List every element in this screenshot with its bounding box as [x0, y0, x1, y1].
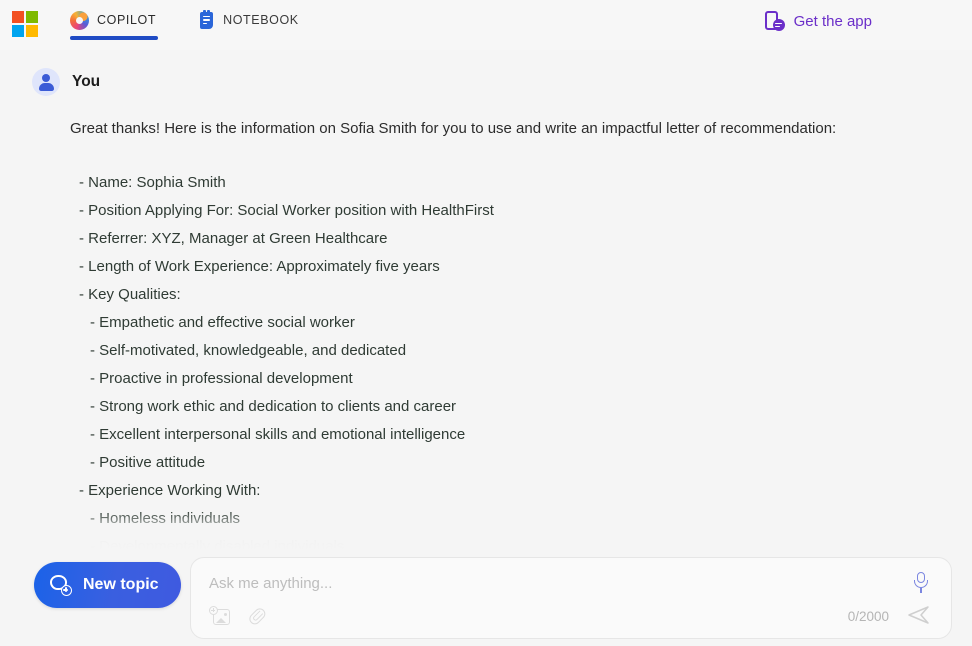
bullet-item: - Name: Sophia Smith	[79, 174, 226, 191]
message-header: You	[0, 50, 972, 96]
paperclip-icon[interactable]	[243, 602, 271, 630]
bullet-item: - Length of Work Experience: Approximate…	[79, 258, 440, 275]
bullet-item: - Homeless individuals	[90, 510, 241, 527]
message-bullet-list: - Name: Sophia Smith - Position Applying …	[70, 169, 972, 550]
bullet-item: - Developmentally disabled individuals	[90, 538, 345, 550]
character-counter: 0/2000	[847, 609, 889, 624]
get-the-app-label: Get the app	[793, 12, 872, 30]
logo-square-yellow	[26, 25, 38, 37]
bullet-item: - Proactive in professional development	[90, 370, 353, 387]
bullet-item: - Referrer: XYZ, Manager at Green Health…	[79, 230, 388, 247]
microsoft-logo	[12, 11, 38, 37]
send-arrow-icon[interactable]	[907, 604, 931, 626]
message-body: Great thanks! Here is the information on…	[0, 118, 972, 550]
new-topic-button[interactable]: New topic	[34, 562, 181, 608]
microphone-icon[interactable]	[913, 572, 929, 594]
bullet-item: - Empathetic and effective social worker	[90, 314, 355, 331]
phone-chat-icon	[764, 10, 785, 32]
bullet-item: - Excellent interpersonal skills and emo…	[90, 426, 466, 443]
bullet-item: - Strong work ethic and dedication to cl…	[90, 398, 457, 415]
bullet-item: - Key Qualities:	[79, 286, 181, 303]
get-the-app-button[interactable]: Get the app	[764, 10, 872, 32]
tab-copilot[interactable]: COPILOT	[70, 0, 156, 40]
user-avatar-icon	[32, 68, 60, 96]
copilot-swirl-icon	[70, 10, 89, 30]
message-author: You	[72, 73, 101, 90]
notebook-icon	[198, 9, 215, 30]
conversation-panel: You Great thanks! Here is the informatio…	[0, 50, 972, 550]
bullet-item: - Experience Working With:	[79, 482, 261, 499]
message-input[interactable]	[209, 575, 889, 592]
bullet-item: - Self-motivated, knowledgeable, and ded…	[90, 342, 407, 359]
bullet-item: - Position Applying For: Social Worker p…	[79, 202, 494, 219]
tab-notebook-label: NOTEBOOK	[223, 13, 299, 27]
message-input-shell: 0/2000	[190, 557, 952, 639]
tab-copilot-label: COPILOT	[97, 13, 157, 27]
logo-square-red	[12, 11, 24, 23]
top-bar: COPILOT NOTEBOOK Get the app	[0, 0, 972, 50]
active-tab-indicator	[70, 36, 158, 40]
composer-bar: New topic 0/2000	[0, 550, 972, 646]
input-tools	[209, 606, 268, 627]
chat-plus-icon	[50, 574, 72, 596]
new-topic-label: New topic	[83, 576, 159, 593]
tab-bar: COPILOT NOTEBOOK	[70, 0, 299, 40]
logo-square-green	[26, 11, 38, 23]
bullet-item: - Positive attitude	[90, 454, 206, 471]
logo-square-blue	[12, 25, 24, 37]
message-intro-text: Great thanks! Here is the information on…	[70, 120, 837, 137]
add-image-icon[interactable]	[209, 606, 231, 626]
tab-notebook[interactable]: NOTEBOOK	[198, 0, 299, 40]
